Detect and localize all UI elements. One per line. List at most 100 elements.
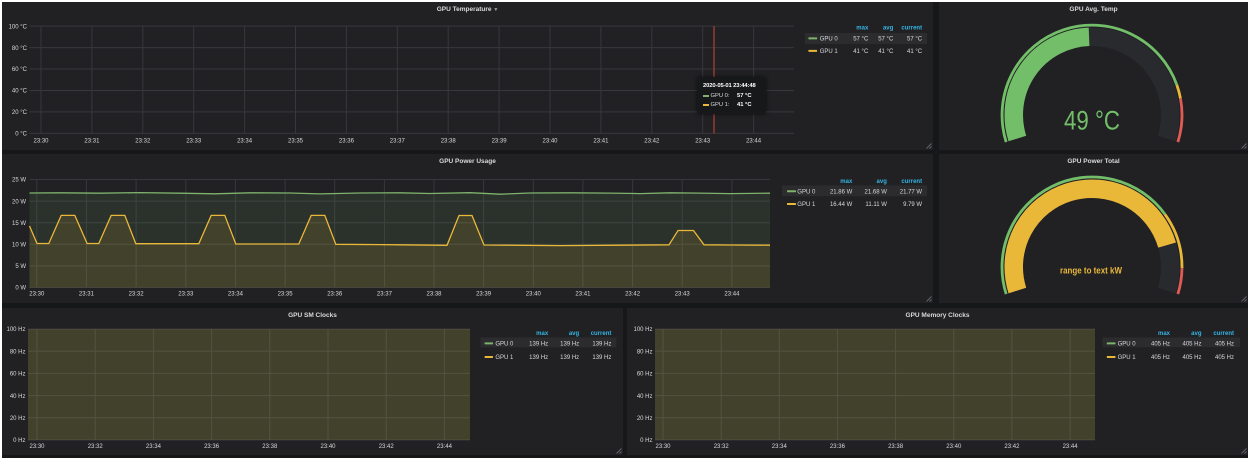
svg-text:20 Hz: 20 Hz <box>10 416 26 422</box>
svg-text:23:38: 23:38 <box>441 139 457 145</box>
svg-text:23:40: 23:40 <box>946 444 962 450</box>
svg-text:23:41: 23:41 <box>593 139 609 145</box>
svg-text:23:44: 23:44 <box>746 139 762 145</box>
svg-text:23:32: 23:32 <box>129 292 145 298</box>
svg-text:23:44: 23:44 <box>1063 444 1079 450</box>
svg-text:10 W: 10 W <box>12 243 26 249</box>
svg-text:current: current <box>1213 331 1234 337</box>
svg-text:avg: avg <box>877 179 888 185</box>
svg-text:139 Hz: 139 Hz <box>592 342 611 348</box>
svg-text:23:30: 23:30 <box>655 444 671 450</box>
svg-text:23:43: 23:43 <box>675 292 691 298</box>
svg-text:GPU 0: GPU 0 <box>797 190 816 196</box>
svg-text:40 Hz: 40 Hz <box>637 394 653 400</box>
svg-text:5 W: 5 W <box>15 264 26 270</box>
svg-text:avg: avg <box>569 331 580 337</box>
svg-text:11.11 W: 11.11 W <box>865 202 887 208</box>
svg-text:41 °C: 41 °C <box>853 49 869 55</box>
svg-text:139 Hz: 139 Hz <box>560 342 579 348</box>
svg-text:23:38: 23:38 <box>888 444 904 450</box>
svg-text:23:31: 23:31 <box>79 292 95 298</box>
svg-text:139 Hz: 139 Hz <box>529 355 548 361</box>
svg-text:23:43: 23:43 <box>695 139 711 145</box>
svg-text:GPU 0: GPU 0 <box>820 37 839 43</box>
svg-text:139 Hz: 139 Hz <box>592 355 611 361</box>
svg-text:23:30: 23:30 <box>33 139 49 145</box>
svg-text:23:42: 23:42 <box>1004 444 1020 450</box>
svg-text:current: current <box>591 331 612 337</box>
svg-text:GPU 1: GPU 1 <box>820 49 839 55</box>
svg-text:23:41: 23:41 <box>575 292 591 298</box>
svg-text:GPU 0: GPU 0 <box>495 342 514 348</box>
svg-text:23:36: 23:36 <box>339 139 355 145</box>
svg-text:current: current <box>901 179 922 185</box>
svg-text:avg: avg <box>883 26 894 32</box>
svg-text:23:44: 23:44 <box>724 292 740 298</box>
svg-text:GPU 1: GPU 1 <box>797 202 816 208</box>
svg-text:0 Hz: 0 Hz <box>13 438 25 444</box>
svg-text:100 °C: 100 °C <box>9 24 28 30</box>
svg-text:405 Hz: 405 Hz <box>1215 355 1234 361</box>
svg-text:23:34: 23:34 <box>237 139 253 145</box>
svg-text:max: max <box>840 179 853 185</box>
svg-text:23:34: 23:34 <box>146 444 162 450</box>
svg-text:max: max <box>536 331 549 337</box>
svg-text:23:36: 23:36 <box>830 444 846 450</box>
svg-text:max: max <box>856 26 869 32</box>
svg-text:23:30: 23:30 <box>29 292 45 298</box>
svg-text:23:34: 23:34 <box>772 444 788 450</box>
svg-text:23:33: 23:33 <box>186 139 202 145</box>
svg-text:139 Hz: 139 Hz <box>529 342 548 348</box>
svg-text:23:40: 23:40 <box>542 139 558 145</box>
svg-text:21.86 W: 21.86 W <box>830 190 853 196</box>
svg-text:405 Hz: 405 Hz <box>1182 342 1201 348</box>
svg-text:range to text kW: range to text kW <box>1060 265 1122 276</box>
svg-text:0 °C: 0 °C <box>15 132 27 138</box>
svg-text:23:32: 23:32 <box>714 444 730 450</box>
svg-text:23:33: 23:33 <box>178 292 194 298</box>
svg-text:15 W: 15 W <box>12 221 26 227</box>
svg-text:23:40: 23:40 <box>526 292 542 298</box>
svg-text:max: max <box>1158 331 1171 337</box>
svg-text:80 Hz: 80 Hz <box>10 349 26 355</box>
svg-text:20 °C: 20 °C <box>12 110 28 116</box>
svg-text:23:34: 23:34 <box>228 292 244 298</box>
svg-text:23:39: 23:39 <box>492 139 508 145</box>
svg-text:40 Hz: 40 Hz <box>10 394 26 400</box>
svg-text:49 °C: 49 °C <box>1064 106 1120 136</box>
svg-text:405 Hz: 405 Hz <box>1182 355 1201 361</box>
svg-text:60 °C: 60 °C <box>12 67 28 73</box>
svg-text:avg: avg <box>1191 331 1202 337</box>
svg-text:23:36: 23:36 <box>204 444 220 450</box>
svg-text:16.44 W: 16.44 W <box>830 202 853 208</box>
svg-text:23:36: 23:36 <box>327 292 343 298</box>
svg-text:25 W: 25 W <box>12 178 26 184</box>
svg-text:57 °C: 57 °C <box>907 37 923 43</box>
svg-text:40 °C: 40 °C <box>12 89 28 95</box>
svg-text:20 Hz: 20 Hz <box>637 416 653 422</box>
svg-text:23:38: 23:38 <box>262 444 278 450</box>
svg-text:60 Hz: 60 Hz <box>637 372 653 378</box>
svg-text:0 Hz: 0 Hz <box>640 438 652 444</box>
svg-text:0 W: 0 W <box>15 286 26 292</box>
svg-text:57 °C: 57 °C <box>853 37 869 43</box>
svg-text:405 Hz: 405 Hz <box>1151 342 1170 348</box>
svg-text:GPU 0: GPU 0 <box>1118 342 1137 348</box>
svg-text:23:35: 23:35 <box>278 292 294 298</box>
svg-text:80 Hz: 80 Hz <box>637 349 653 355</box>
svg-text:41 °C: 41 °C <box>878 49 894 55</box>
svg-text:405 Hz: 405 Hz <box>1151 355 1170 361</box>
svg-text:23:37: 23:37 <box>390 139 406 145</box>
svg-text:23:39: 23:39 <box>476 292 492 298</box>
svg-text:9.79 W: 9.79 W <box>903 202 922 208</box>
svg-text:23:44: 23:44 <box>437 444 453 450</box>
svg-text:23:32: 23:32 <box>135 139 151 145</box>
svg-text:21.77 W: 21.77 W <box>900 190 923 196</box>
svg-text:GPU 1: GPU 1 <box>495 355 514 361</box>
svg-text:405 Hz: 405 Hz <box>1215 342 1234 348</box>
svg-text:100 Hz: 100 Hz <box>6 327 25 333</box>
svg-text:23:35: 23:35 <box>288 139 304 145</box>
svg-text:41 °C: 41 °C <box>907 49 923 55</box>
svg-text:23:40: 23:40 <box>320 444 336 450</box>
svg-text:57 °C: 57 °C <box>878 37 894 43</box>
